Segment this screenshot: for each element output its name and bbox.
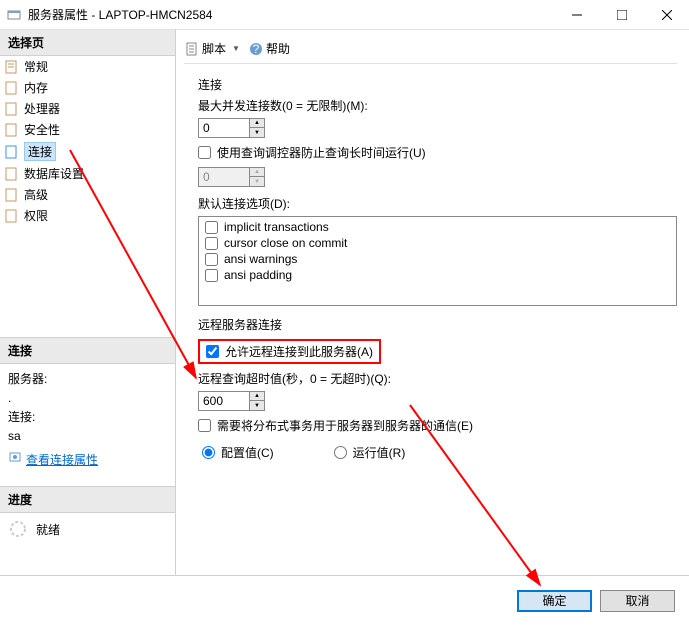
max-conn-spinner[interactable]: ▲▼ xyxy=(198,118,265,138)
minimize-button[interactable] xyxy=(554,0,599,29)
connection-section-label: 连接 xyxy=(198,76,677,93)
page-icon xyxy=(4,59,20,75)
progress-header: 进度 xyxy=(0,486,175,513)
opt-item[interactable]: ansi padding xyxy=(201,267,674,283)
help-button[interactable]: ? 帮助 xyxy=(248,40,290,57)
dist-trans-label: 需要将分布式事务用于服务器到服务器的通信(E) xyxy=(217,417,473,434)
remote-header: 远程服务器连接 xyxy=(198,316,677,333)
opt-item[interactable]: ansi warnings xyxy=(201,251,674,267)
ok-button[interactable]: 确定 xyxy=(517,590,592,612)
nav-processor[interactable]: 处理器 xyxy=(0,98,175,119)
opt-item[interactable]: cursor close on commit xyxy=(201,235,674,251)
remote-timeout-input[interactable] xyxy=(199,392,249,410)
remote-timeout-spinner[interactable]: ▲▼ xyxy=(198,391,265,411)
conn-value: sa xyxy=(8,427,167,446)
gov-spinner: ▲▼ xyxy=(198,167,265,187)
remote-timeout-label: 远程查询超时值(秒，0 = 无超时)(Q): xyxy=(198,370,677,387)
page-icon xyxy=(4,101,20,117)
nav-connections[interactable]: 连接 xyxy=(0,140,175,163)
spinner-down: ▼ xyxy=(250,177,264,186)
maximize-button[interactable] xyxy=(599,0,644,29)
select-page-header: 选择页 xyxy=(0,30,175,56)
default-opts-label: 默认连接选项(D): xyxy=(198,195,677,212)
radio-config[interactable]: 配置值(C) xyxy=(202,444,274,461)
dropdown-arrow-icon: ▼ xyxy=(228,44,244,53)
radio-run[interactable]: 运行值(R) xyxy=(334,444,406,461)
svg-text:?: ? xyxy=(253,42,260,56)
help-icon: ? xyxy=(248,41,264,57)
conn-label: 连接: xyxy=(8,408,167,427)
max-conn-label: 最大并发连接数(0 = 无限制)(M): xyxy=(198,97,677,114)
dist-trans-checkbox[interactable] xyxy=(198,419,211,432)
allow-remote-checkbox[interactable] xyxy=(206,345,219,358)
spinner-down[interactable]: ▼ xyxy=(250,401,264,410)
window-title: 服务器属性 - LAPTOP-HMCN2584 xyxy=(28,6,554,23)
progress-status: 就绪 xyxy=(36,521,60,538)
script-icon xyxy=(184,41,200,57)
link-icon xyxy=(8,450,22,470)
nav-memory[interactable]: 内存 xyxy=(0,77,175,98)
nav-security[interactable]: 安全性 xyxy=(0,119,175,140)
nav-permissions[interactable]: 权限 xyxy=(0,205,175,226)
query-governor-label: 使用查询调控器防止查询长时间运行(U) xyxy=(217,144,426,161)
progress-block: 就绪 xyxy=(0,513,175,545)
spinner-down[interactable]: ▼ xyxy=(250,128,264,137)
connection-info: 服务器: . 连接: sa 查看连接属性 xyxy=(0,364,175,487)
page-icon xyxy=(4,144,20,160)
opt-item[interactable]: implicit transactions xyxy=(201,219,674,235)
spinner-up: ▲ xyxy=(250,168,264,177)
nav-database-settings[interactable]: 数据库设置 xyxy=(0,163,175,184)
view-connection-props-link[interactable]: 查看连接属性 xyxy=(26,451,98,470)
nav-general[interactable]: 常规 xyxy=(0,56,175,77)
page-icon xyxy=(4,208,20,224)
allow-remote-highlight: 允许远程连接到此服务器(A) xyxy=(198,339,381,364)
connection-header: 连接 xyxy=(0,337,175,364)
page-icon xyxy=(4,187,20,203)
close-button[interactable] xyxy=(644,0,689,29)
spinner-up[interactable]: ▲ xyxy=(250,392,264,401)
script-button[interactable]: 脚本 ▼ xyxy=(184,40,244,57)
gov-input xyxy=(199,168,249,186)
spinner-up[interactable]: ▲ xyxy=(250,119,264,128)
max-conn-input[interactable] xyxy=(199,119,249,137)
server-value: . xyxy=(8,389,167,408)
allow-remote-label: 允许远程连接到此服务器(A) xyxy=(225,343,373,360)
query-governor-checkbox[interactable] xyxy=(198,146,211,159)
page-icon xyxy=(4,80,20,96)
titlebar: 服务器属性 - LAPTOP-HMCN2584 xyxy=(0,0,689,30)
dialog-footer: 确定 取消 xyxy=(0,575,689,625)
default-opts-listbox[interactable]: implicit transactions cursor close on co… xyxy=(198,216,677,306)
spinner-icon xyxy=(8,519,28,539)
cancel-button[interactable]: 取消 xyxy=(600,590,675,612)
server-label: 服务器: xyxy=(8,370,167,389)
server-icon xyxy=(6,7,22,23)
page-icon xyxy=(4,122,20,138)
nav-list: 常规 内存 处理器 安全性 连接 数据库设置 高级 权限 xyxy=(0,56,175,226)
content-area: 脚本 ▼ ? 帮助 连接 最大并发连接数(0 = 无限制)(M): ▲▼ 使用查… xyxy=(176,30,689,575)
nav-advanced[interactable]: 高级 xyxy=(0,184,175,205)
toolbar: 脚本 ▼ ? 帮助 xyxy=(184,38,677,64)
sidebar: 选择页 常规 内存 处理器 安全性 连接 数据库设置 高级 权限 连接 服务器:… xyxy=(0,30,176,575)
page-icon xyxy=(4,166,20,182)
